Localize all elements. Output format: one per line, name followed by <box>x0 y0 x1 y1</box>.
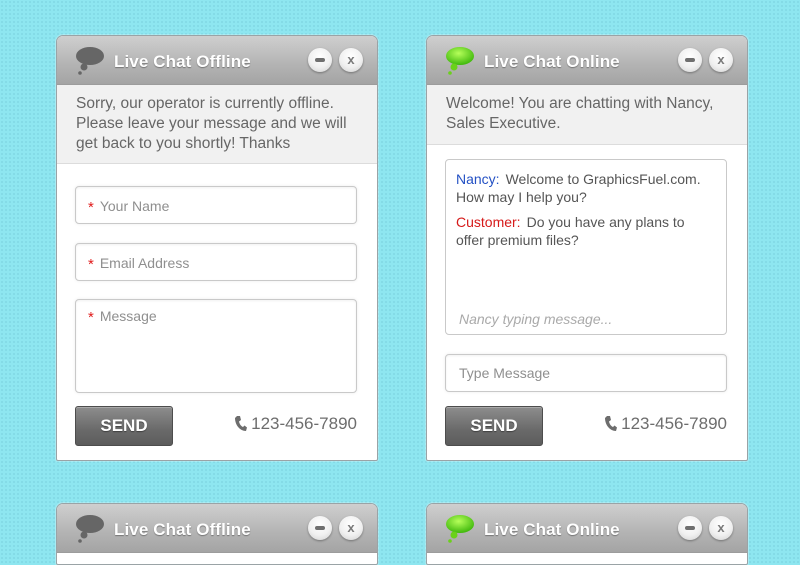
required-marker: * <box>88 256 94 273</box>
widget-header[interactable]: Live Chat Online x <box>427 504 747 553</box>
minimize-button[interactable] <box>678 48 702 72</box>
chat-message: Nancy: Welcome to GraphicsFuel.com. How m… <box>456 170 716 206</box>
close-button[interactable]: x <box>709 516 733 540</box>
chat-bubble-offline-icon <box>76 515 104 543</box>
chat-widget-online: Live Chat Online x Welcome! You are chat… <box>426 35 748 461</box>
chat-widget-offline: Live Chat Offline x Sorry, our operator … <box>56 35 378 461</box>
chat-message: Customer: Do you have any plans to offer … <box>456 213 716 249</box>
send-button[interactable]: SEND <box>445 406 543 446</box>
close-button[interactable]: x <box>339 48 363 72</box>
typing-indicator: Nancy typing message... <box>459 311 613 327</box>
required-marker: * <box>88 309 94 326</box>
customer-name: Customer: <box>456 214 521 230</box>
minimize-button[interactable] <box>678 516 702 540</box>
minimize-button[interactable] <box>308 516 332 540</box>
email-placeholder: Email Address <box>99 255 190 271</box>
phone-number: 123-456-7890 <box>604 414 727 434</box>
message-textarea[interactable]: * Message <box>75 299 357 393</box>
minimize-icon <box>315 57 325 62</box>
phone-number-text: 123-456-7890 <box>621 414 727 433</box>
chat-widget-offline-collapsed: Live Chat Offline x <box>56 503 378 565</box>
name-input[interactable]: * Your Name <box>75 186 357 224</box>
email-input[interactable]: * Email Address <box>75 243 357 281</box>
minimize-button[interactable] <box>308 48 332 72</box>
widget-title: Live Chat Online <box>484 52 620 71</box>
send-button[interactable]: SEND <box>75 406 173 446</box>
widget-title: Live Chat Offline <box>114 52 251 71</box>
phone-icon <box>235 416 248 431</box>
close-button[interactable]: x <box>339 516 363 540</box>
offline-notice: Sorry, our operator is currently offline… <box>57 85 377 164</box>
close-button[interactable]: x <box>709 48 733 72</box>
chat-transcript[interactable]: Nancy: Welcome to GraphicsFuel.com. How m… <box>445 159 727 335</box>
name-placeholder: Your Name <box>99 198 170 214</box>
widget-title: Live Chat Online <box>484 520 620 539</box>
chat-widget-online-collapsed: Live Chat Online x <box>426 503 748 565</box>
phone-number: 123-456-7890 <box>234 414 357 434</box>
minimize-icon <box>315 525 325 530</box>
widget-header[interactable]: Live Chat Online x <box>427 36 747 85</box>
widget-header[interactable]: Live Chat Offline x <box>57 36 377 85</box>
widget-title: Live Chat Offline <box>114 520 251 539</box>
minimize-icon <box>685 525 695 530</box>
phone-number-text: 123-456-7890 <box>251 414 357 433</box>
chat-bubble-offline-icon <box>76 47 104 75</box>
chat-bubble-online-icon <box>446 47 474 75</box>
phone-icon <box>605 416 618 431</box>
agent-name: Nancy: <box>456 171 500 187</box>
chat-bubble-online-icon <box>446 515 474 543</box>
message-placeholder: Message <box>99 308 157 324</box>
required-marker: * <box>88 199 94 216</box>
welcome-notice: Welcome! You are chatting with Nancy, Sa… <box>427 85 747 145</box>
widget-header[interactable]: Live Chat Offline x <box>57 504 377 553</box>
message-input[interactable]: Type Message <box>445 354 727 392</box>
minimize-icon <box>685 57 695 62</box>
